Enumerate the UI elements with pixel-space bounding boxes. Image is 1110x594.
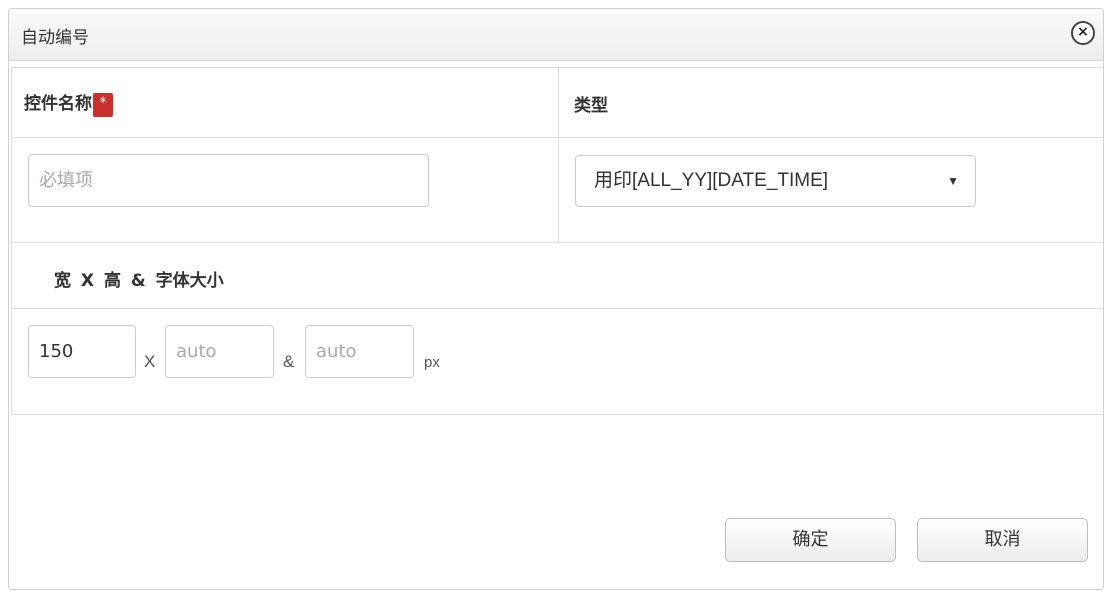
column-divider bbox=[558, 68, 559, 242]
size-label-cell: 宽 X 高 & 字体大小 bbox=[54, 266, 224, 291]
name-label-cell: 控件名称 * bbox=[24, 89, 113, 117]
type-label: 类型 bbox=[574, 96, 608, 116]
auto-number-dialog: 自动编号 × 控件名称* 类型 用印[ALL_YY][DATE_TIME] ▼ … bbox=[8, 8, 1104, 590]
ampersand-separator: & bbox=[283, 352, 295, 371]
required-badge: * bbox=[93, 92, 113, 117]
dialog-header: 自动编号 × bbox=[9, 9, 1103, 61]
confirm-button[interactable]: 确定 bbox=[725, 518, 896, 562]
type-label-cell: 类型 bbox=[574, 91, 608, 116]
height-input[interactable] bbox=[165, 325, 274, 378]
times-separator: X bbox=[144, 352, 156, 371]
close-icon[interactable]: × bbox=[1071, 21, 1095, 45]
cancel-button[interactable]: 取消 bbox=[917, 518, 1088, 562]
control-name-label: 控件名称 bbox=[24, 94, 92, 114]
row-divider bbox=[12, 242, 1103, 243]
width-input[interactable] bbox=[28, 325, 136, 378]
size-label: 宽 X 高 & 字体大小 bbox=[54, 271, 224, 291]
unit-label: px bbox=[424, 354, 440, 371]
dialog-title: 自动编号 bbox=[21, 28, 89, 48]
row-divider bbox=[12, 308, 1103, 309]
row-divider bbox=[12, 137, 1103, 138]
form-table: 控件名称* 类型 用印[ALL_YY][DATE_TIME] ▼ 宽 X 高 &… bbox=[11, 67, 1103, 415]
type-select-value: 用印[ALL_YY][DATE_TIME] bbox=[594, 170, 829, 191]
font-size-input[interactable] bbox=[305, 325, 414, 378]
type-select[interactable]: 用印[ALL_YY][DATE_TIME] ▼ bbox=[575, 155, 976, 207]
chevron-down-icon: ▼ bbox=[947, 174, 959, 188]
control-name-input[interactable] bbox=[28, 154, 429, 207]
